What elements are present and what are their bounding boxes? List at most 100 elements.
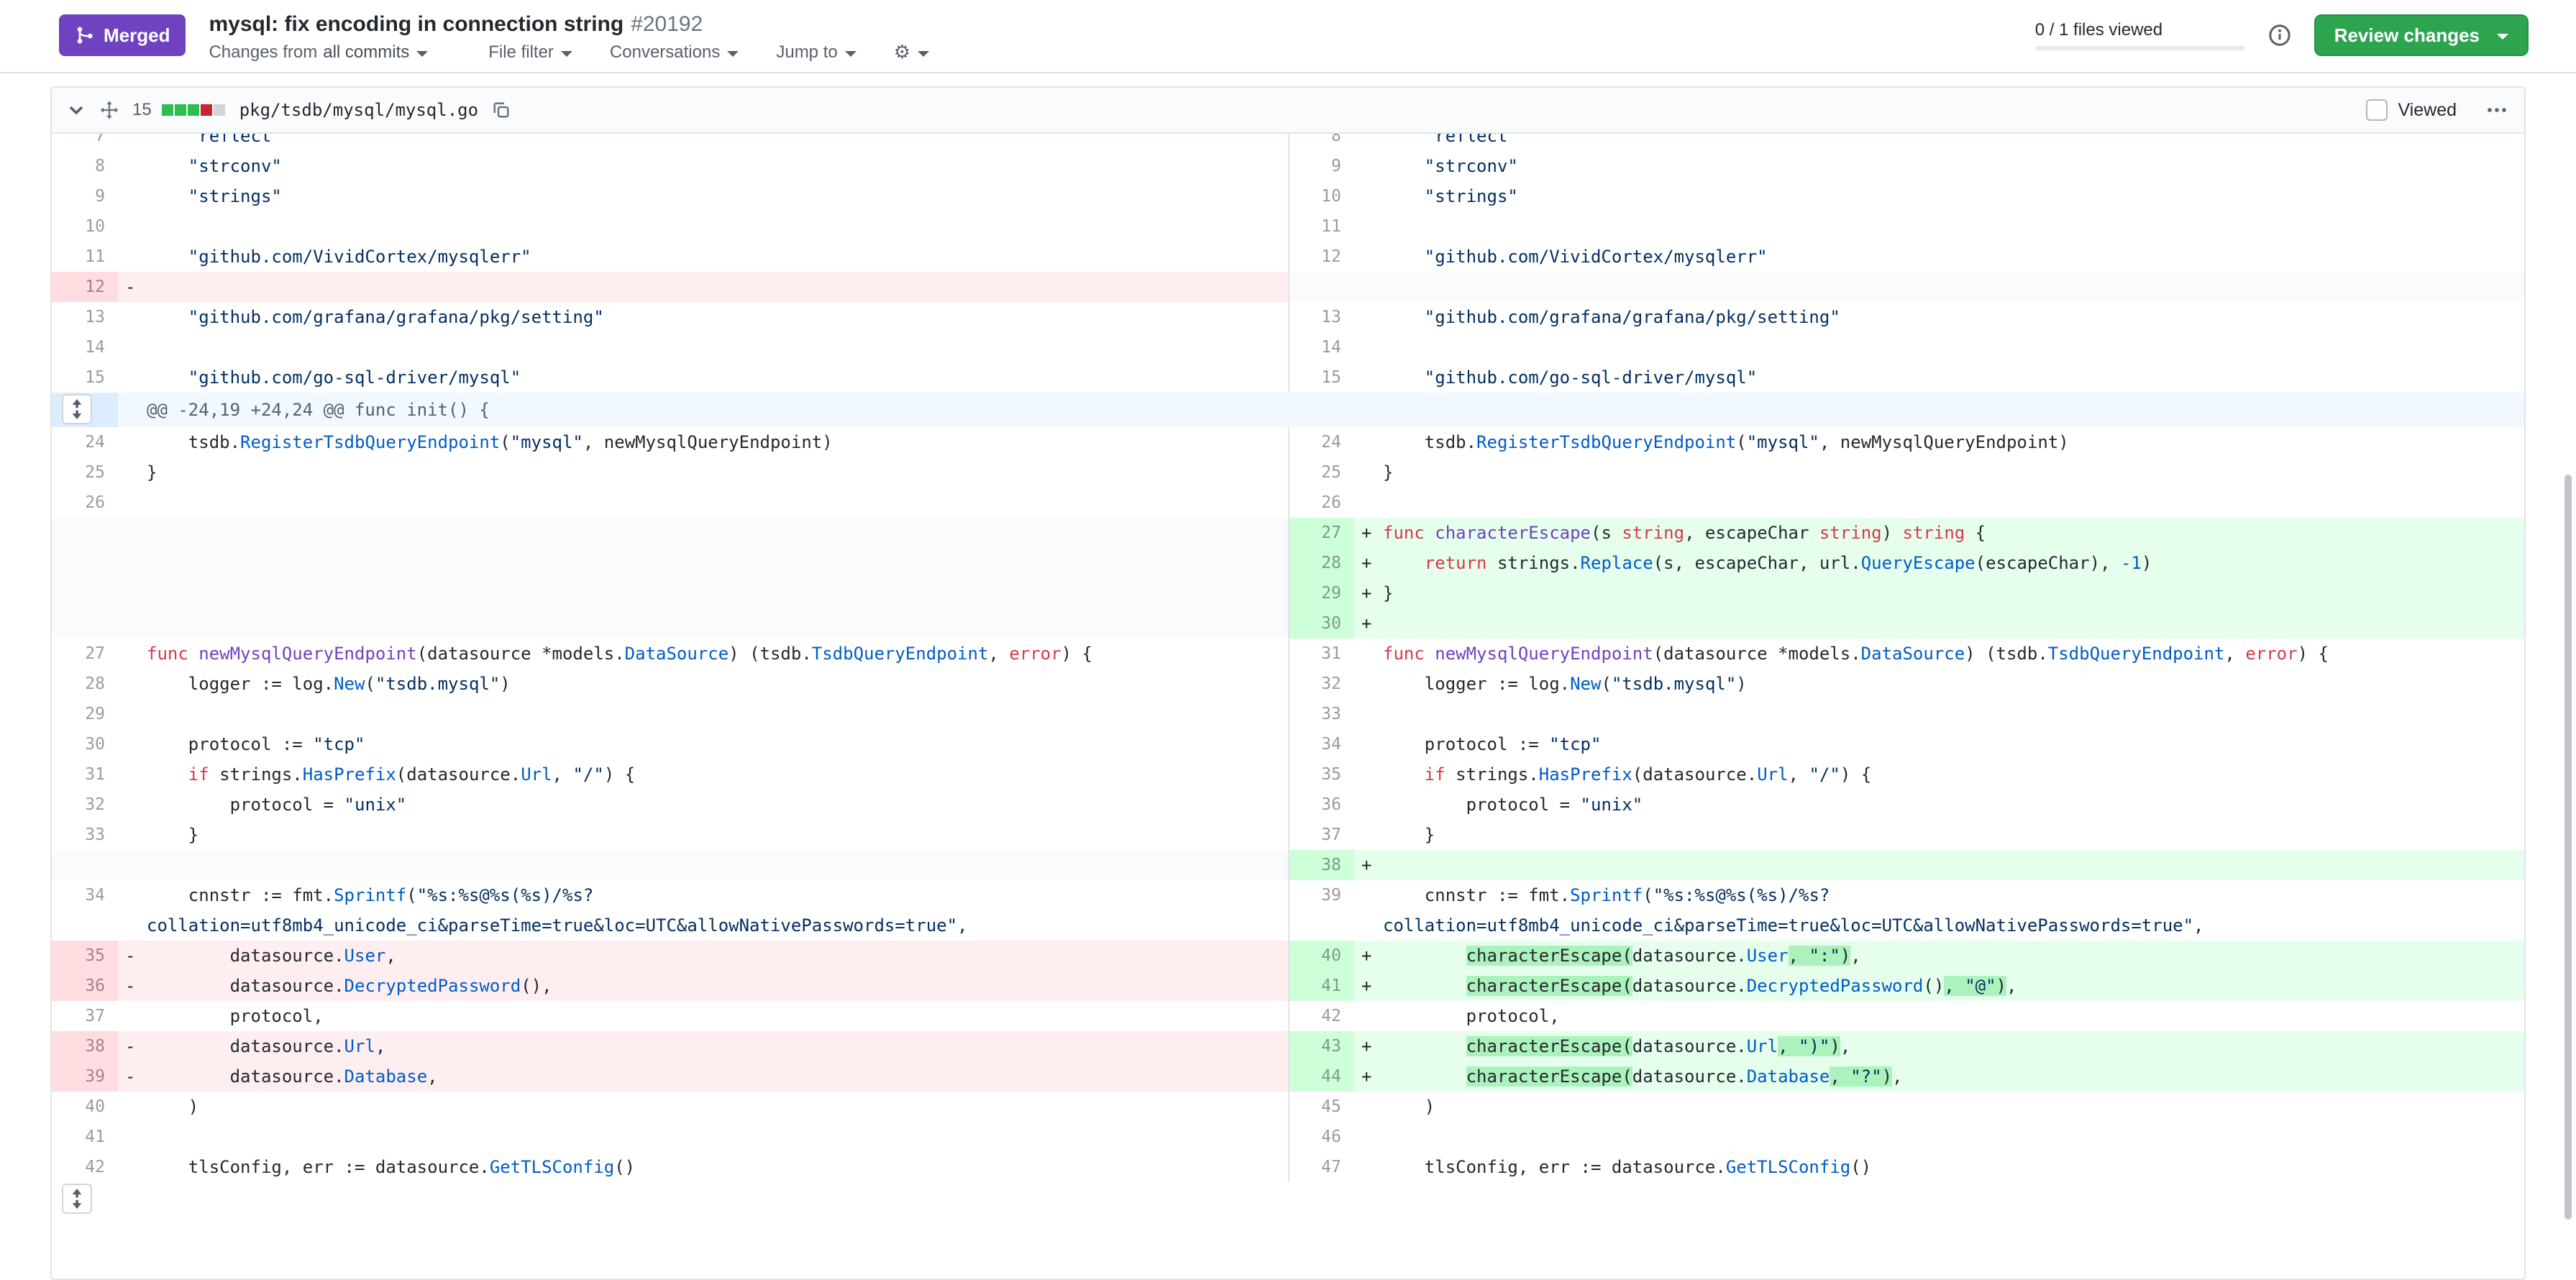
old-line-number[interactable]: 9 bbox=[52, 181, 118, 211]
new-line-number[interactable]: 27 bbox=[1288, 518, 1354, 548]
new-line-number[interactable]: 11 bbox=[1288, 211, 1354, 242]
new-line-number[interactable]: 47 bbox=[1288, 1152, 1354, 1182]
new-line-number[interactable]: 40 bbox=[1288, 941, 1354, 971]
old-code-cell: logger := log.New("tsdb.mysql") bbox=[118, 669, 1288, 699]
conversations-menu[interactable]: Conversations bbox=[610, 42, 739, 63]
new-line-number[interactable]: 32 bbox=[1288, 669, 1354, 699]
new-line-number[interactable]: 13 bbox=[1288, 302, 1354, 332]
old-line-number[interactable]: 27 bbox=[52, 639, 118, 669]
old-line-number[interactable]: 12 bbox=[52, 272, 118, 302]
new-code-cell: + return strings.Replace(s, escapeChar, … bbox=[1354, 548, 2524, 578]
new-line-number[interactable]: 36 bbox=[1288, 790, 1354, 820]
old-line-number[interactable]: 26 bbox=[52, 488, 118, 518]
new-line-number[interactable]: 46 bbox=[1288, 1122, 1354, 1152]
new-line-number[interactable]: 25 bbox=[1288, 457, 1354, 488]
jump-to-menu[interactable]: Jump to bbox=[776, 42, 856, 63]
new-line-number[interactable]: 14 bbox=[1288, 332, 1354, 362]
old-code-cell: - datasource.DecryptedPassword(), bbox=[118, 971, 1288, 1001]
old-code-cell: collation=utf8mb4_unicode_ci&parseTime=t… bbox=[118, 910, 1288, 941]
new-line-number[interactable]: 30 bbox=[1288, 608, 1354, 639]
expand-hunk-button[interactable] bbox=[62, 394, 92, 424]
file-header: 15 pkg/tsdb/mysql/mysql.go Viewed bbox=[52, 88, 2524, 134]
new-code-cell: logger := log.New("tsdb.mysql") bbox=[1354, 669, 2524, 699]
old-line-number[interactable]: 28 bbox=[52, 669, 118, 699]
new-line-number[interactable]: 9 bbox=[1288, 151, 1354, 181]
new-line-number[interactable]: 45 bbox=[1288, 1092, 1354, 1122]
new-code-cell: protocol := "tcp" bbox=[1354, 729, 2524, 759]
new-line-number[interactable]: 42 bbox=[1288, 1001, 1354, 1031]
copy-path-button[interactable] bbox=[491, 100, 511, 120]
old-line-number[interactable]: 33 bbox=[52, 820, 118, 850]
old-line-number bbox=[52, 578, 118, 608]
expand-diff-down-button[interactable] bbox=[62, 1184, 92, 1214]
page-scrollbar[interactable] bbox=[2564, 475, 2572, 1220]
old-line-number[interactable]: 14 bbox=[52, 332, 118, 362]
new-line-number[interactable]: 26 bbox=[1288, 488, 1354, 518]
file-diff-container: 15 pkg/tsdb/mysql/mysql.go Viewed 7 "ref… bbox=[50, 86, 2526, 1280]
new-line-number[interactable]: 34 bbox=[1288, 729, 1354, 759]
chevron-down-icon bbox=[561, 51, 572, 57]
old-code-cell bbox=[118, 1122, 1288, 1152]
review-changes-button[interactable]: Review changes bbox=[2314, 14, 2529, 56]
new-line-number[interactable]: 31 bbox=[1288, 639, 1354, 669]
new-line-number[interactable]: 39 bbox=[1288, 880, 1354, 910]
old-code-cell: - datasource.User, bbox=[118, 941, 1288, 971]
viewed-checkbox[interactable] bbox=[2366, 99, 2388, 121]
chevron-down-icon bbox=[2497, 34, 2508, 40]
old-line-number[interactable]: 34 bbox=[52, 880, 118, 910]
old-line-number[interactable]: 38 bbox=[52, 1031, 118, 1061]
new-code-cell: if strings.HasPrefix(datasource.Url, "/"… bbox=[1354, 759, 2524, 790]
old-line-number[interactable]: 29 bbox=[52, 699, 118, 729]
old-code-cell: "strconv" bbox=[118, 151, 1288, 181]
file-options-kebab[interactable] bbox=[2485, 99, 2508, 122]
new-code-cell: + bbox=[1354, 608, 2524, 639]
old-line-number[interactable]: 37 bbox=[52, 1001, 118, 1031]
old-line-number[interactable]: 25 bbox=[52, 457, 118, 488]
old-line-number[interactable]: 13 bbox=[52, 302, 118, 332]
review-info-button[interactable] bbox=[2268, 24, 2291, 47]
old-line-number[interactable]: 10 bbox=[52, 211, 118, 242]
old-line-number[interactable]: 35 bbox=[52, 941, 118, 971]
old-line-number[interactable]: 40 bbox=[52, 1092, 118, 1122]
file-name-link[interactable]: pkg/tsdb/mysql/mysql.go bbox=[239, 100, 478, 120]
old-line-number[interactable]: 39 bbox=[52, 1061, 118, 1092]
diff-row: 33 }37 } bbox=[52, 820, 2524, 850]
old-line-number[interactable]: 30 bbox=[52, 729, 118, 759]
old-code-cell: protocol, bbox=[118, 1001, 1288, 1031]
old-code-cell bbox=[118, 488, 1288, 518]
changes-from-menu[interactable]: Changes from all commits bbox=[209, 42, 428, 63]
new-line-number[interactable]: 44 bbox=[1288, 1061, 1354, 1092]
old-line-number[interactable]: 8 bbox=[52, 151, 118, 181]
old-line-number[interactable]: 7 bbox=[52, 134, 118, 151]
new-code-cell: + characterEscape(datasource.DecryptedPa… bbox=[1354, 971, 2524, 1001]
old-line-number[interactable]: 24 bbox=[52, 427, 118, 457]
new-line-number[interactable]: 35 bbox=[1288, 759, 1354, 790]
new-line-number[interactable]: 10 bbox=[1288, 181, 1354, 211]
new-line-number[interactable]: 28 bbox=[1288, 548, 1354, 578]
new-line-number[interactable]: 33 bbox=[1288, 699, 1354, 729]
collapse-file-button[interactable] bbox=[68, 101, 85, 119]
old-line-number[interactable]: 32 bbox=[52, 790, 118, 820]
diff-row: 27func newMysqlQueryEndpoint(datasource … bbox=[52, 639, 2524, 669]
drag-handle-icon[interactable] bbox=[99, 100, 119, 120]
new-line-number[interactable]: 38 bbox=[1288, 850, 1354, 880]
new-line-number[interactable]: 41 bbox=[1288, 971, 1354, 1001]
new-line-number[interactable]: 8 bbox=[1288, 134, 1354, 151]
viewed-toggle[interactable]: Viewed bbox=[2366, 99, 2457, 121]
new-line-number[interactable]: 29 bbox=[1288, 578, 1354, 608]
old-line-number[interactable]: 11 bbox=[52, 242, 118, 272]
new-line-number[interactable]: 15 bbox=[1288, 362, 1354, 393]
new-line-number[interactable]: 24 bbox=[1288, 427, 1354, 457]
old-line-number[interactable]: 41 bbox=[52, 1122, 118, 1152]
new-line-number[interactable]: 37 bbox=[1288, 820, 1354, 850]
old-line-number[interactable]: 42 bbox=[52, 1152, 118, 1182]
new-code-cell bbox=[1354, 332, 2524, 362]
old-line-number[interactable]: 31 bbox=[52, 759, 118, 790]
old-line-number[interactable]: 15 bbox=[52, 362, 118, 393]
file-filter-menu[interactable]: File filter bbox=[488, 42, 572, 63]
new-line-number[interactable]: 43 bbox=[1288, 1031, 1354, 1061]
diff-settings-menu[interactable]: ⚙ bbox=[894, 42, 929, 63]
new-line-number[interactable]: 12 bbox=[1288, 242, 1354, 272]
old-code-cell: } bbox=[118, 457, 1288, 488]
old-line-number[interactable]: 36 bbox=[52, 971, 118, 1001]
